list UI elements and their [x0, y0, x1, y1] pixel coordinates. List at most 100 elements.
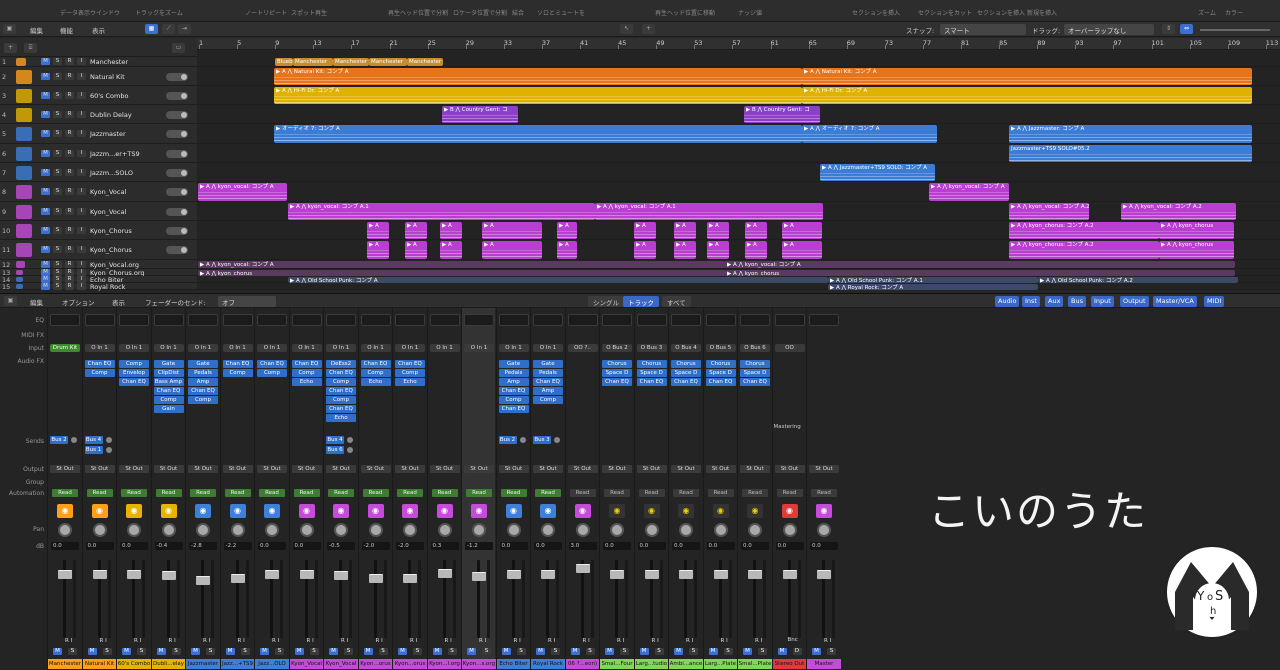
volume-fader[interactable] — [575, 564, 590, 573]
audio-fx-slot[interactable]: Chan EQ — [222, 360, 253, 368]
strip-mute-button[interactable]: M — [225, 648, 235, 655]
volume-fader[interactable] — [92, 570, 107, 579]
mixer-inspector-icon[interactable]: ▣ — [4, 296, 17, 306]
strip-solo-button[interactable]: S — [344, 648, 353, 655]
zoom-slider[interactable] — [1200, 29, 1270, 31]
pan-knob[interactable] — [334, 523, 348, 537]
automation-mode[interactable]: Read — [673, 489, 699, 497]
region[interactable]: Manchester — [293, 58, 333, 66]
eq-thumbnail[interactable] — [222, 314, 253, 326]
output-slot[interactable]: St Out — [291, 465, 322, 473]
audio-fx-slot[interactable]: Chorus — [636, 360, 667, 368]
pan-knob[interactable] — [196, 523, 210, 537]
output-slot[interactable]: St Out — [188, 465, 218, 473]
audio-fx-slot[interactable]: Gate — [188, 360, 218, 368]
input-slot[interactable]: O In 1 — [429, 344, 460, 352]
track-on-switch[interactable] — [166, 72, 188, 81]
solo-button[interactable]: S — [53, 207, 62, 215]
eq-thumbnail[interactable] — [50, 314, 80, 326]
track-on-switch[interactable] — [166, 246, 188, 254]
region[interactable]: ▶ A ⋀ Natural Kit: コンプ A — [274, 68, 802, 85]
audio-fx-slot[interactable]: Chan EQ — [360, 360, 391, 368]
pan-knob[interactable] — [403, 523, 417, 537]
record-button[interactable]: R — [65, 188, 74, 195]
pan-knob[interactable] — [748, 523, 762, 537]
add-track-icon[interactable]: + — [4, 43, 17, 53]
pan-knob[interactable] — [161, 523, 176, 537]
strip-mute-button[interactable]: M — [53, 648, 62, 655]
automation-mode[interactable]: Read — [224, 489, 251, 497]
input-slot[interactable]: O In 1 — [533, 344, 563, 352]
channel-strip[interactable]: O Bus 5 Chorus Space D Chan EQ St Out Read ◉ 0.… — [702, 308, 738, 670]
strip-solo-button[interactable]: S — [206, 648, 215, 655]
output-slot[interactable]: St Out — [326, 465, 356, 473]
pan-knob[interactable] — [92, 523, 107, 537]
strip-solo-button[interactable]: S — [482, 648, 491, 655]
filter-midi[interactable]: MIDI — [1204, 296, 1225, 307]
filter-input[interactable]: Input — [1091, 296, 1114, 307]
channel-strip[interactable]: O In 1 Chan EQ Comp St Out Read ◉ -2.2 R I M S Jaz… — [219, 308, 255, 670]
volume-fader[interactable] — [817, 570, 831, 579]
input-slot[interactable]: O Bus 6 — [740, 344, 770, 352]
region[interactable]: Manchester — [333, 58, 369, 66]
output-slot[interactable]: St Out — [602, 465, 632, 473]
grid-view-icon[interactable]: ▦ — [145, 24, 158, 34]
region[interactable]: ▶ B ⋀ Country Gent: コ — [442, 106, 518, 123]
mixer-view-menu[interactable]: 表示 — [112, 297, 125, 307]
audio-fx-slot[interactable]: Chan EQ — [326, 387, 356, 395]
eq-thumbnail[interactable] — [567, 314, 598, 326]
region[interactable]: ▶ A — [782, 222, 822, 239]
automation-mode[interactable]: Read — [86, 489, 113, 497]
strip-solo-button[interactable]: S — [102, 648, 112, 655]
strip-mute-button[interactable]: M — [363, 648, 373, 655]
send-slot[interactable]: Bus 3 — [533, 436, 551, 444]
track-row[interactable]: 1 M S R I Manchester — [0, 57, 197, 67]
audio-fx-slot[interactable]: Comp — [326, 378, 356, 386]
audio-fx-slot[interactable]: Chorus — [740, 360, 770, 368]
audio-fx-slot[interactable]: Space D — [740, 369, 770, 377]
output-slot[interactable]: St Out — [671, 465, 701, 473]
track-row[interactable]: 12 M S R I Kyon_Vocal.org — [0, 260, 197, 269]
eq-thumbnail[interactable] — [774, 314, 805, 326]
solo-button[interactable]: S — [53, 130, 62, 137]
track-on-switch[interactable] — [166, 226, 188, 235]
record-button[interactable]: R — [65, 110, 74, 118]
audio-fx-slot[interactable]: Pedals — [533, 369, 563, 377]
send-knob[interactable] — [105, 437, 112, 443]
volume-fader[interactable] — [506, 570, 521, 579]
mute-button[interactable]: M — [41, 269, 50, 276]
input-slot[interactable]: O Bus 3 — [636, 344, 667, 352]
pan-knob[interactable] — [437, 523, 452, 537]
send-slot[interactable]: Bus 4 — [326, 436, 344, 444]
region[interactable]: ▶ A ⋀ Natural Kit: コンプ A — [802, 68, 1252, 85]
track-row[interactable]: 11 M S R I Kyon_Chorus — [0, 240, 197, 260]
region[interactable]: Blueb — [275, 58, 293, 66]
eq-thumbnail[interactable] — [740, 314, 770, 326]
audio-fx-slot[interactable]: Gate — [533, 360, 563, 368]
pan-knob[interactable] — [644, 523, 659, 537]
automation-mode[interactable]: Read — [535, 489, 561, 497]
volume-fader[interactable] — [748, 570, 762, 579]
volume-fader[interactable] — [679, 570, 693, 579]
region-inspector-icon[interactable]: ▣ — [3, 24, 16, 34]
volume-fader[interactable] — [196, 575, 210, 585]
strip-mute-button[interactable]: M — [398, 648, 407, 655]
audio-fx-slot[interactable]: Chan EQ — [257, 360, 287, 368]
automation-mode[interactable]: Read — [638, 489, 665, 497]
region[interactable]: ▶ A — [440, 241, 462, 259]
strip-mute-button[interactable]: M — [156, 648, 166, 655]
function-menu[interactable]: 機能 — [60, 25, 73, 35]
solo-button[interactable]: S — [53, 110, 62, 118]
volume-fader[interactable] — [644, 570, 659, 579]
output-slot[interactable]: St Out — [257, 465, 287, 473]
input-slot[interactable]: O In 1 — [464, 344, 494, 352]
automation-mode[interactable]: Read — [397, 489, 423, 497]
volume-fader[interactable] — [161, 570, 176, 580]
track-row[interactable]: 13 M S R I Kyon_Chorus.org — [0, 269, 197, 277]
audio-fx-slot[interactable]: Comp — [360, 369, 391, 377]
mute-button[interactable]: M — [41, 130, 50, 137]
audio-fx-slot[interactable]: Echo — [326, 414, 356, 422]
volume-fader[interactable] — [127, 570, 141, 579]
track-on-switch[interactable] — [166, 168, 188, 177]
pointer-tool-icon[interactable]: ↖ — [620, 24, 633, 34]
